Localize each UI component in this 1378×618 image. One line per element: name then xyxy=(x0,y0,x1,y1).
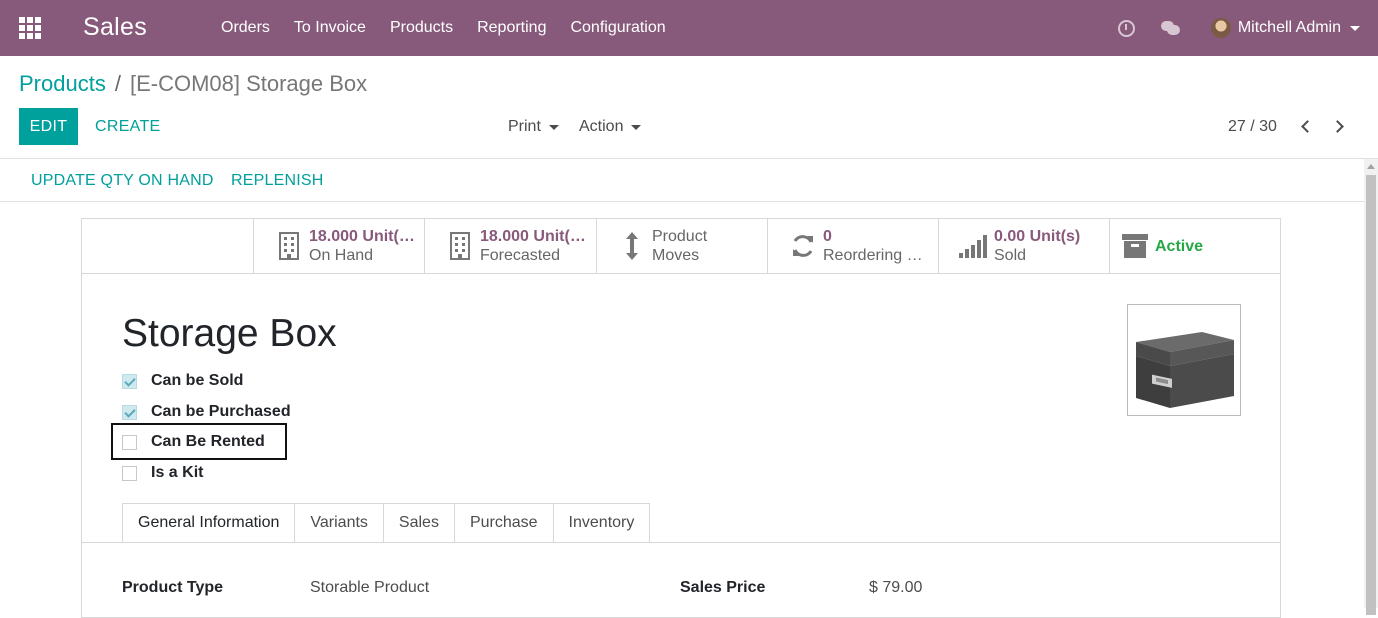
sold-label: Sold xyxy=(994,247,1027,264)
caret-down-icon xyxy=(631,124,642,130)
forecasted-smart-button[interactable]: 18.000 Unit(… Forecasted xyxy=(424,219,595,273)
can-be-purchased-checkbox[interactable] xyxy=(122,404,137,420)
tab-inventory[interactable]: Inventory xyxy=(553,503,651,543)
sales-price-label: Sales Price xyxy=(680,579,766,596)
caret-down-icon xyxy=(548,124,559,130)
tab-variants[interactable]: Variants xyxy=(295,503,384,543)
on-hand-value: 18.000 Unit(… xyxy=(309,228,415,245)
scroll-thumb[interactable] xyxy=(1366,175,1376,615)
create-button[interactable]: CREATE xyxy=(95,118,161,136)
can-be-purchased-option[interactable]: Can be Purchased xyxy=(122,403,291,421)
user-name[interactable]: Mitchell Admin xyxy=(1238,19,1341,37)
building-icon xyxy=(440,232,480,260)
product-image[interactable] xyxy=(1127,304,1241,416)
notebook-tabs: General Information Variants Sales Purch… xyxy=(122,503,651,543)
menu-configuration[interactable]: Configuration xyxy=(558,19,677,37)
activity-clock-icon[interactable] xyxy=(1117,19,1135,37)
storage-box-image xyxy=(1136,332,1234,408)
menu-orders[interactable]: Orders xyxy=(209,19,282,37)
vertical-scrollbar[interactable] xyxy=(1364,159,1378,615)
chevron-right-icon xyxy=(1330,119,1344,133)
can-be-sold-checkbox[interactable] xyxy=(122,373,137,389)
arrows-v-icon xyxy=(612,231,652,261)
sold-value: 0.00 Unit(s) xyxy=(994,228,1081,245)
form-sheet: 18.000 Unit(… On Hand 18.000 Unit(… Fore… xyxy=(81,218,1281,618)
user-caret-down-icon[interactable] xyxy=(1350,25,1360,31)
systray: Mitchell Admin xyxy=(1117,0,1360,56)
product-moves-smart-button[interactable]: Product Moves xyxy=(596,219,767,273)
reordering-rules-smart-button[interactable]: 0 Reordering … xyxy=(767,219,938,273)
active-label: Active xyxy=(1155,237,1204,255)
breadcrumb: Products / [E-COM08] Storage Box xyxy=(19,71,367,97)
can-be-rented-option[interactable]: Can Be Rented xyxy=(122,433,265,451)
product-type-label: Product Type xyxy=(122,579,224,596)
product-moves-line1: Product xyxy=(652,228,708,245)
tabs-divider xyxy=(82,542,1280,543)
edit-button[interactable]: EDIT xyxy=(19,108,78,145)
pager-next-button[interactable] xyxy=(1330,118,1346,134)
is-a-kit-option[interactable]: Is a Kit xyxy=(122,464,203,482)
chevron-left-icon xyxy=(1300,119,1314,133)
scroll-up-arrow-icon[interactable] xyxy=(1367,164,1375,169)
breadcrumb-products-link[interactable]: Products xyxy=(19,71,106,97)
product-moves-line2: Moves xyxy=(652,247,700,264)
can-be-purchased-label: Can be Purchased xyxy=(151,403,291,420)
smart-button-box: 18.000 Unit(… On Hand 18.000 Unit(… Fore… xyxy=(82,219,1280,274)
archive-icon xyxy=(1115,234,1155,258)
tab-purchase[interactable]: Purchase xyxy=(454,503,554,543)
breadcrumb-separator: / xyxy=(114,71,121,96)
apps-menu-icon[interactable] xyxy=(19,17,41,39)
signal-icon xyxy=(954,234,994,258)
app-name[interactable]: Sales xyxy=(83,13,147,42)
print-dropdown[interactable]: Print xyxy=(508,118,559,136)
menu-products[interactable]: Products xyxy=(378,19,465,37)
menu-to-invoice[interactable]: To Invoice xyxy=(282,19,378,37)
forecasted-value: 18.000 Unit(… xyxy=(480,228,586,245)
active-toggle-smart-button[interactable]: Active xyxy=(1109,219,1280,273)
replenish-button[interactable]: REPLENISH xyxy=(231,172,324,190)
print-label: Print xyxy=(508,118,541,135)
action-label: Action xyxy=(579,118,624,135)
user-avatar[interactable] xyxy=(1210,18,1231,38)
on-hand-label: On Hand xyxy=(309,247,374,264)
update-qty-on-hand-button[interactable]: UPDATE QTY ON HAND xyxy=(31,172,214,190)
refresh-icon xyxy=(783,233,823,259)
can-be-sold-label: Can be Sold xyxy=(151,372,244,389)
messaging-chat-icon[interactable] xyxy=(1160,20,1181,36)
can-be-rented-checkbox[interactable] xyxy=(122,434,137,450)
menu-reporting[interactable]: Reporting xyxy=(465,19,558,37)
product-type-value: Storable Product xyxy=(310,579,430,596)
top-navbar: Sales Orders To Invoice Products Reporti… xyxy=(0,0,1378,56)
can-be-sold-option[interactable]: Can be Sold xyxy=(122,372,243,390)
forecasted-label: Forecasted xyxy=(480,247,561,264)
product-name[interactable]: Storage Box xyxy=(122,312,337,356)
action-dropdown[interactable]: Action xyxy=(579,118,642,136)
can-be-rented-label: Can Be Rented xyxy=(151,433,265,450)
pager-value[interactable]: 27 / 30 xyxy=(1228,118,1277,136)
on-hand-smart-button[interactable]: 18.000 Unit(… On Hand xyxy=(253,219,424,273)
tab-sales[interactable]: Sales xyxy=(383,503,455,543)
sales-price-value: $ 79.00 xyxy=(869,579,923,596)
tab-general-information[interactable]: General Information xyxy=(122,503,296,543)
pager-previous-button[interactable] xyxy=(1298,118,1314,134)
reordering-label: Reordering … xyxy=(823,247,923,264)
breadcrumb-current: [E-COM08] Storage Box xyxy=(129,71,368,96)
building-icon xyxy=(269,232,309,260)
main-menu: Orders To Invoice Products Reporting Con… xyxy=(209,0,678,56)
is-a-kit-label: Is a Kit xyxy=(151,464,204,481)
reordering-value: 0 xyxy=(823,228,832,245)
sold-smart-button[interactable]: 0.00 Unit(s) Sold xyxy=(938,219,1109,273)
is-a-kit-checkbox[interactable] xyxy=(122,465,137,481)
